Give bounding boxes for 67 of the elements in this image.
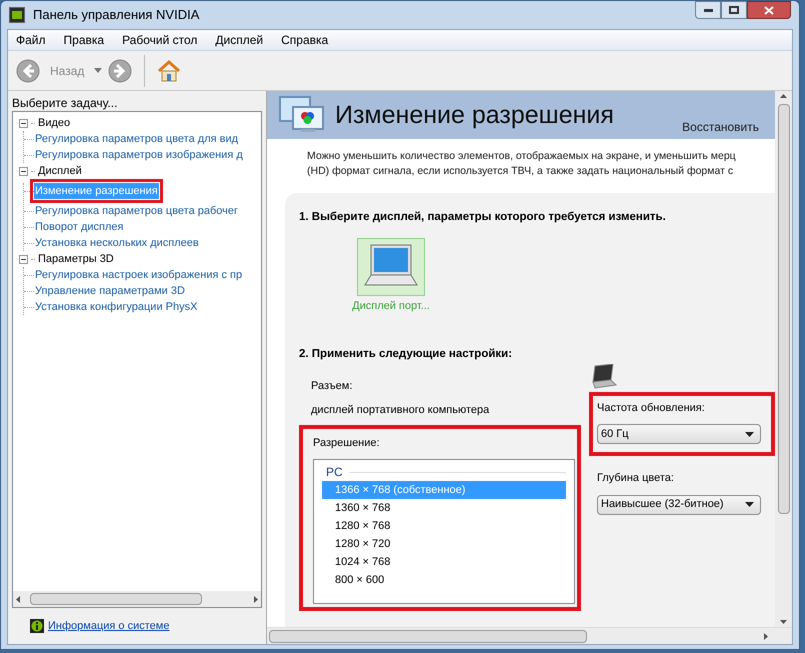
scrollbar-thumb[interactable]	[30, 593, 202, 605]
dropdown-caret-icon	[745, 432, 754, 436]
tree-item[interactable]: Регулировка параметров изображения д	[34, 146, 244, 164]
tree-item[interactable]: Управление параметрами 3D	[34, 282, 186, 300]
minimize-button[interactable]	[695, 1, 721, 19]
vertical-scrollbar[interactable]	[775, 91, 792, 627]
minimize-icon	[704, 8, 712, 12]
menu-item[interactable]: Справка	[281, 31, 328, 49]
resolution-option[interactable]: 1280 × 720	[322, 535, 566, 553]
color-depth-dropdown[interactable]: Наивысшее (32-битное)	[597, 494, 761, 514]
menu-item[interactable]: Файл	[16, 31, 46, 49]
horizontal-scrollbar[interactable]	[267, 627, 792, 644]
tree-item[interactable]: Дисплей	[38, 162, 82, 180]
tree-item[interactable]: Видео	[38, 114, 70, 132]
scrollbar-thumb[interactable]	[269, 630, 587, 642]
maximize-button[interactable]	[721, 1, 747, 19]
description-text: Можно уменьшить количество элементов, отображаемых на экране, и уменьшить мерц	[307, 149, 737, 164]
scroll-down-icon[interactable]	[780, 620, 787, 624]
tree-item[interactable]: Регулировка параметров цвета рабочег	[34, 202, 240, 220]
refresh-rate-dropdown[interactable]: 60 Гц	[597, 424, 761, 444]
connector-label: Разъем:	[310, 378, 354, 394]
scroll-up-icon[interactable]	[780, 94, 787, 98]
display-selector[interactable]	[357, 238, 425, 296]
resolution-label: Разрешение:	[313, 436, 381, 450]
home-icon[interactable]	[157, 58, 182, 82]
list-group-header: PC	[326, 464, 343, 481]
dropdown-caret-icon[interactable]	[94, 68, 102, 73]
close-button[interactable]	[747, 1, 791, 19]
menu-item[interactable]: Правка	[64, 31, 104, 49]
step-heading: 1. Выберите дисплей, параметры которого требуется изменить.	[299, 210, 667, 225]
restore-link[interactable]: Восстановить	[682, 118, 759, 136]
display-resolution-icon	[279, 95, 325, 135]
scroll-right-icon[interactable]	[764, 632, 768, 640]
expander-icon[interactable]	[19, 118, 28, 128]
tree-item[interactable]: Установка нескольких дисплеев	[34, 234, 200, 252]
maximize-icon	[729, 6, 739, 14]
scroll-left-icon[interactable]	[16, 596, 20, 602]
close-icon	[764, 6, 774, 14]
horizontal-scrollbar[interactable]	[13, 591, 261, 607]
resolution-option[interactable]: 1280 × 768	[322, 517, 566, 535]
tree-item[interactable]: Установка конфигурации PhysX	[34, 298, 198, 316]
expander-icon[interactable]	[19, 166, 28, 176]
expander-icon[interactable]	[19, 254, 28, 264]
dropdown-caret-icon	[745, 502, 754, 507]
refresh-rate-label: Частота обновления:	[597, 400, 706, 416]
resolution-option[interactable]: 800 × 600	[322, 571, 566, 589]
description-text: (HD) формат сигнала, если используется ТВЧ, а также задать национальный формат с	[307, 164, 734, 179]
info-icon	[30, 619, 44, 633]
tree-item[interactable]: Поворот дисплея	[34, 218, 124, 236]
connector-value: дисплей портативного компьютера	[310, 403, 490, 418]
app-icon	[9, 7, 25, 23]
tree-item[interactable]: Параметры 3D	[38, 250, 114, 268]
scrollbar-thumb[interactable]	[778, 104, 790, 514]
tree-item[interactable]: Регулировка настроек изображения с пр	[34, 266, 244, 284]
menu-item[interactable]: Дисплей	[215, 31, 264, 49]
resolution-list[interactable]: PC 1366 × 768 (собственное) 1360 × 768 1280 × 768 1280 × 720 1024 × 768 800 × 600	[313, 459, 575, 604]
color-depth-label: Глубина цвета:	[597, 471, 675, 486]
step-heading: 2. Применить следующие настройки:	[299, 347, 514, 362]
sidebar-heading: Выберите задачу...	[11, 95, 118, 111]
tree-item[interactable]: Регулировка параметров цвета для вид	[34, 130, 240, 148]
page-title: Изменение разрешения	[335, 100, 614, 131]
scroll-right-icon[interactable]	[254, 596, 258, 602]
window-title: Панель управления NVIDIA	[33, 6, 200, 24]
menu-item[interactable]: Рабочий стол	[122, 31, 198, 49]
resolution-option[interactable]: 1024 × 768	[322, 553, 566, 571]
resolution-option[interactable]: 1360 × 768	[322, 499, 566, 517]
system-info-link[interactable]: Информация о системе	[48, 618, 170, 634]
